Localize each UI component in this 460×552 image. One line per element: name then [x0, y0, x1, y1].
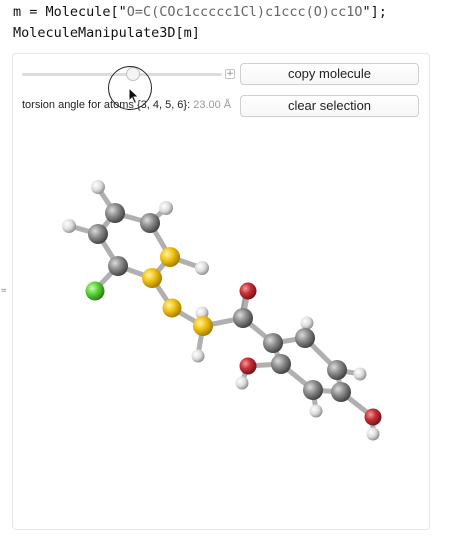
carbon-atom: [331, 382, 351, 402]
carbon-atom: [263, 333, 283, 353]
carbon-atom: [108, 256, 128, 276]
carbon-atom: [233, 308, 253, 328]
mouse-pointer-icon: [128, 87, 140, 105]
hydrogen-atom: [366, 427, 380, 441]
carbon-atom: [105, 203, 125, 223]
selected-atom-5[interactable]: [162, 298, 182, 318]
hydrogen-atom: [91, 180, 105, 194]
carbon-atom: [303, 380, 323, 400]
carbon-atom: [327, 360, 347, 380]
selected-atom-4[interactable]: [142, 268, 162, 288]
hydrogen-atom: [353, 367, 367, 381]
hydrogen-atom: [62, 219, 76, 233]
hydrogen-atom: [235, 376, 249, 390]
oxygen-atom-hydroxyl: [239, 357, 257, 375]
selected-atoms: [142, 247, 213, 336]
carbon-atom: [140, 213, 160, 233]
carbon-atom: [88, 224, 108, 244]
carbon-atom: [271, 354, 291, 374]
hydrogen-atom: [309, 404, 323, 418]
bonds: [67, 185, 376, 436]
selected-atom-3[interactable]: [160, 247, 180, 267]
oxygen-atom-carbonyl: [239, 282, 257, 300]
hydrogen-atom: [159, 201, 173, 215]
hydrogen-atom: [191, 349, 205, 363]
chlorine-atom: [85, 281, 105, 301]
hydrogen-atom: [195, 261, 209, 275]
molecule-3d-view[interactable]: [0, 0, 460, 552]
hydrogen-atom: [300, 316, 314, 330]
carbon-atom: [295, 328, 315, 348]
selected-atom-6[interactable]: [193, 316, 213, 336]
oxygen-atom-hydroxyl: [364, 408, 382, 426]
carbon-atoms: [88, 203, 351, 402]
